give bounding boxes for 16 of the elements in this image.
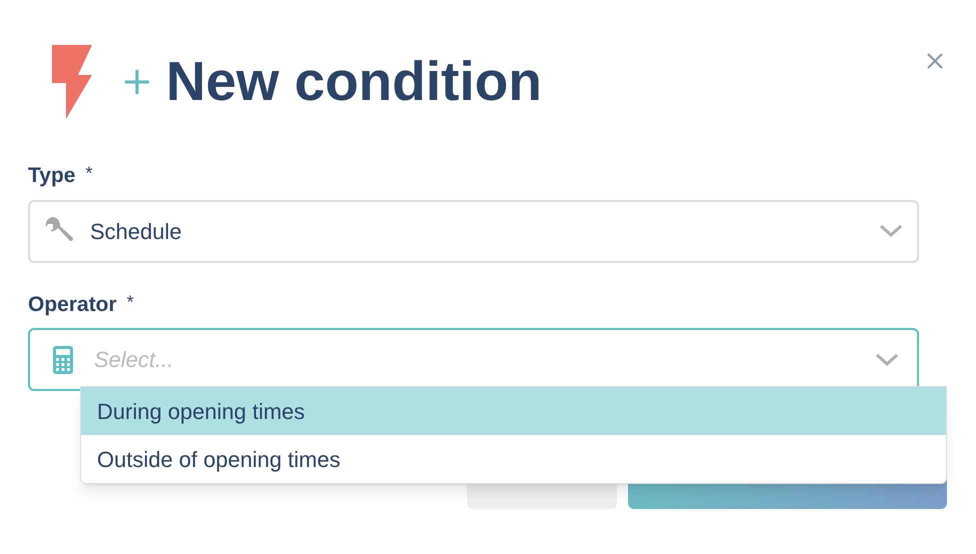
close-icon <box>926 52 944 70</box>
plus-icon <box>124 68 150 94</box>
calculator-icon <box>53 346 73 374</box>
required-mark: * <box>126 290 134 314</box>
select-field[interactable]: Schedule <box>28 200 919 262</box>
chevron-down-icon <box>875 352 899 366</box>
field-label: Type <box>28 163 76 189</box>
required-mark: * <box>85 162 92 185</box>
lightning-icon <box>52 44 92 118</box>
dropdown-option[interactable]: During opening times <box>81 387 946 435</box>
field-label: Operator <box>28 292 117 318</box>
field-value: Schedule <box>90 218 183 246</box>
chevron-down-icon <box>879 224 903 238</box>
field-placeholder: Select... <box>94 346 174 374</box>
dialog-title: New condition <box>166 54 542 109</box>
dropdown-option[interactable]: Outside of opening times <box>81 435 946 483</box>
